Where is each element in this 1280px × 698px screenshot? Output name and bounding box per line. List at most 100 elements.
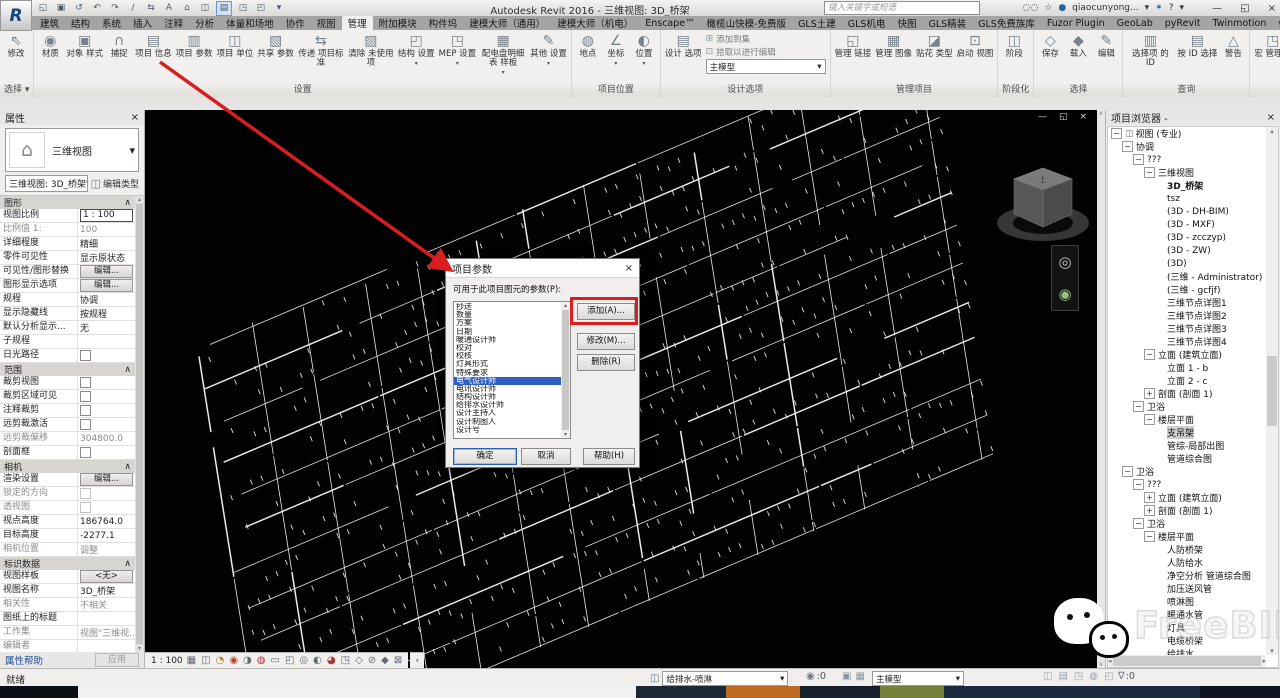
tree-item[interactable]: +立面 (建筑立面) [1108,491,1266,504]
worksets-icon[interactable]: ◫ [650,673,659,684]
browser-hscrollbar[interactable]: ◂▸ [1108,655,1266,667]
help-search-input[interactable]: 键入关键字或短语 [824,1,980,15]
tree-item[interactable]: −楼层平面 [1108,530,1266,543]
project-information-button[interactable]: ▤项目 信息 [133,31,174,60]
tree-item[interactable]: −三维视图 [1108,166,1266,179]
view-scale-label[interactable]: 1 : 100 [151,656,183,666]
collapse-box-icon[interactable]: − [1111,128,1122,139]
aligned-dimension-icon[interactable]: ⇆ [144,2,158,15]
parameter-list[interactable]: 抄送数量方案日期暖通设计师校对校核灯具形式特殊要求电气设计师电讯设计师结构设计师… [453,301,571,439]
edit-button[interactable]: <无> [80,570,133,583]
ribbon-tab-18[interactable]: GLS机电 [842,16,892,30]
parameter-item[interactable]: 设计号 [454,426,561,434]
properties-scrollbar[interactable]: ▴▾ [135,196,144,652]
property-value[interactable] [78,377,135,388]
shared-parameters-button[interactable]: ▧共享 参数 [255,31,296,60]
crop-view-icon[interactable]: ▭ [271,653,280,669]
search-icon[interactable]: ◌◌ [1023,3,1039,13]
starting-view-button[interactable]: ⊡启动 视图 [955,31,996,60]
collapse-box-icon[interactable]: − [1133,154,1144,165]
help-button[interactable]: 帮助(H) [583,448,635,465]
snaps-button[interactable]: ∩捕捉 [105,31,133,60]
visual-style-icon[interactable]: ◔ [216,653,225,669]
sun-path-icon[interactable]: ◉ [229,653,238,669]
property-value[interactable]: 3D_桥架 [78,584,135,597]
type-selector[interactable]: ⌂ 三维视图 ▾ [5,128,139,172]
ribbon-tab-8[interactable]: 协作 [280,16,311,30]
warnings-button[interactable]: △警告 [1219,31,1247,60]
ribbon-tab-19[interactable]: 快图 [891,16,922,30]
reveal-constraints-icon[interactable]: ⊘ [368,653,376,669]
materials-button[interactable]: ◉材质 [36,31,64,60]
position-button[interactable]: ◐位置▾ [630,31,658,69]
selection-edit-button[interactable]: ✎编辑 [1092,31,1120,60]
parameter-item[interactable]: 设计制图人 [454,418,561,426]
manage-links-button[interactable]: ◱管理 链接 [833,31,874,60]
property-value[interactable]: 精细 [78,237,135,250]
ribbon-tab-16[interactable]: 橄榄山快模-免费版 [701,16,792,30]
parameter-item[interactable]: 数量 [454,311,561,319]
active-design-option-select[interactable]: 主模型▾ [706,59,826,74]
property-value[interactable]: 无 [78,321,135,334]
parameter-item[interactable]: 暖通设计师 [454,336,561,344]
property-value[interactable] [78,405,135,416]
property-value[interactable]: 1 : 100 [78,209,135,222]
property-value[interactable]: <无> [78,570,135,583]
taskbar-segment-1[interactable] [0,686,78,698]
tree-item[interactable]: −卫浴 [1108,465,1266,478]
tree-item[interactable]: 给排水 [1108,647,1266,655]
element-selector[interactable]: 三维视图: 3D_桥架 ▾ [5,175,88,192]
text-icon[interactable]: A [162,2,176,15]
tree-item[interactable]: 加压送风管 [1108,582,1266,595]
dialog-close-icon[interactable]: × [625,263,633,274]
property-value[interactable] [78,488,135,499]
ribbon-tab-21[interactable]: GLS免费族库 [972,16,1041,30]
parameter-list-scrollbar[interactable]: ▴▾ [561,302,570,438]
apply-button[interactable]: 应用 [95,653,139,667]
select-pinned-icon[interactable]: ◍ [1089,671,1098,682]
tree-item[interactable]: 三维节点详图1 [1108,296,1266,309]
manage-images-button[interactable]: ▦管理 图像 [873,31,914,60]
detail-level-icon[interactable]: ◫ [201,653,210,669]
object-styles-button[interactable]: ▣对象 样式 [64,31,105,60]
steering-wheel-icon[interactable]: ◎ [1058,253,1071,271]
project-parameters-button[interactable]: ▥项目 参数 [174,31,215,60]
editable-only-icon[interactable]: ▤ [1058,671,1067,682]
value-editbox[interactable]: 1 : 100 [80,209,133,222]
tree-item[interactable]: 立面 1 - b [1108,361,1266,374]
decal-types-button[interactable]: ◪贴花 类型 [914,31,955,60]
tree-item[interactable]: (3D - MXF) [1108,218,1266,231]
taskbar-segment-6[interactable] [880,686,944,698]
ribbon-tab-10[interactable]: 管理 [342,16,373,30]
editing-requests-icon[interactable]: ◉ [806,671,815,682]
save-icon[interactable]: ▣ [54,2,68,15]
ribbon-tab-17[interactable]: GLS土建 [792,16,842,30]
shadows-icon[interactable]: ◑ [243,653,252,669]
coordinates-button[interactable]: ∠坐标▾ [602,31,630,69]
tree-item[interactable]: tsz [1108,192,1266,205]
additional-settings-button[interactable]: ✎其他 设置▾ [528,31,569,69]
ribbon-tab-3[interactable]: 系统 [96,16,127,30]
macro-manager-button[interactable]: ◳宏 管理器 [1252,31,1280,60]
lock-icon[interactable]: ⊠ [394,653,402,669]
ribbon-tab-24[interactable]: pyRevit [1159,16,1207,30]
ribbon-tab-5[interactable]: 注释 [158,16,189,30]
modify-button[interactable]: 修改(M)... [577,333,635,350]
collapse-box-icon[interactable]: − [1144,349,1155,360]
ribbon-tab-13[interactable]: 建模大师（通用） [463,16,551,30]
structural-settings-button[interactable]: ◰结构 设置▾ [396,31,437,69]
unlocked-view-icon[interactable]: ◎ [299,653,308,669]
property-section-范围[interactable]: 范围∧ [0,363,135,376]
tree-item[interactable]: 立面 2 - c [1108,374,1266,387]
release-worksets-icon[interactable]: ◫ [1043,671,1052,682]
tree-item[interactable]: −楼层平面 [1108,413,1266,426]
design-options-button[interactable]: ▤设计 选项 [663,31,704,60]
checkbox[interactable] [80,350,91,361]
expand-box-icon[interactable]: + [1144,492,1155,503]
tree-item[interactable]: −协调 [1108,140,1266,153]
minimize-button[interactable]: — [1212,3,1222,14]
edit-button[interactable]: 编辑... [80,473,133,486]
collapse-box-icon[interactable]: − [1122,466,1133,477]
collapse-box-icon[interactable]: − [1144,167,1155,178]
properties-close-icon[interactable]: × [131,112,139,123]
